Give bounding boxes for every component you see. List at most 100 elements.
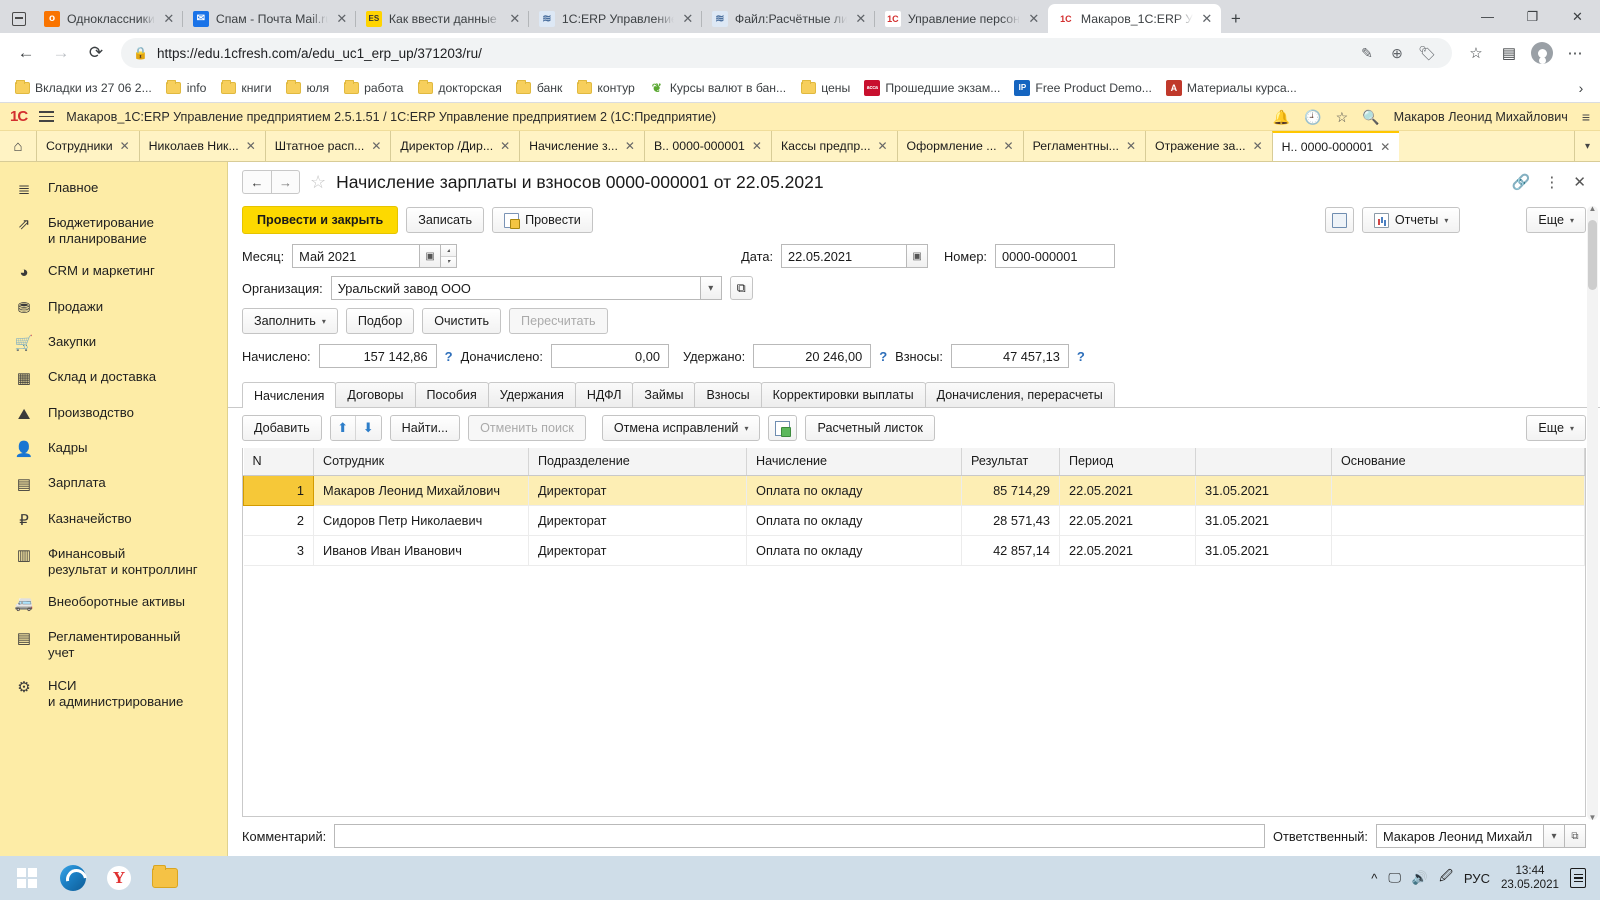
col-period[interactable]: Период: [1059, 448, 1196, 476]
calendar-icon[interactable]: ▣: [907, 244, 929, 268]
scroll-down-icon[interactable]: ▼: [1587, 813, 1598, 822]
cell-employee[interactable]: Макаров Леонид Михайлович: [313, 475, 529, 506]
bookmark-4[interactable]: работа: [337, 77, 409, 99]
responsible-input[interactable]: Макаров Леонид Михайл: [1376, 824, 1544, 848]
browser-tab-6-active[interactable]: 1C Макаров_1C:ERP Упр ✕: [1047, 4, 1221, 33]
cell-n[interactable]: 1: [243, 474, 314, 506]
grid-empty-area[interactable]: [243, 565, 1585, 816]
yandex-browser-icon[interactable]: Y: [98, 858, 140, 898]
doc-back-button[interactable]: ←: [242, 170, 271, 194]
tab-vznosy[interactable]: Взносы: [694, 382, 762, 407]
sidebar-item-sklad[interactable]: ▦ Склад и доставка: [0, 361, 227, 396]
cancel-corrections-button[interactable]: Отмена исправлений ▾: [601, 415, 761, 441]
sidebar-item-kadry[interactable]: 👤 Кадры: [0, 432, 227, 467]
close-icon[interactable]: ✕: [162, 11, 176, 27]
star-outline-icon[interactable]: ☆: [310, 172, 326, 193]
edge-icon[interactable]: [52, 858, 94, 898]
help-icon[interactable]: ?: [1077, 349, 1085, 364]
back-button[interactable]: ←: [10, 37, 42, 69]
stepper-down-icon[interactable]: ▾: [441, 256, 457, 267]
minimize-button[interactable]: —: [1465, 0, 1510, 33]
pen-icon[interactable]: ✎: [1354, 40, 1380, 66]
post-button[interactable]: Провести: [492, 207, 593, 233]
scrollbar-thumb[interactable]: [1588, 220, 1597, 290]
bookmark-2[interactable]: книги: [214, 77, 277, 99]
cell-accrual[interactable]: Оплата по окладу: [746, 475, 962, 506]
doc-forward-button[interactable]: →: [271, 170, 300, 194]
reload-button[interactable]: ⟳: [80, 37, 112, 69]
date-field[interactable]: 22.05.2021 ▣: [781, 244, 929, 268]
onec-tab-shtatnoe[interactable]: Штатное расп... ✕: [264, 131, 391, 161]
user-menu-icon[interactable]: ≡: [1582, 110, 1590, 124]
browser-tab-0[interactable]: o Одноклассники ✕: [34, 4, 183, 33]
calendar-icon[interactable]: ▣: [420, 244, 442, 268]
close-icon[interactable]: ✕: [246, 139, 256, 153]
tab-search-icon[interactable]: [4, 5, 34, 33]
close-icon[interactable]: ✕: [1004, 139, 1014, 153]
tab-zaymy[interactable]: Займы: [632, 382, 696, 407]
cell-period-from[interactable]: 22.05.2021: [1059, 505, 1196, 536]
browser-tab-3[interactable]: ≋ 1C:ERP Управление п ✕: [527, 4, 702, 33]
col-employee[interactable]: Сотрудник: [313, 448, 529, 476]
profile-icon[interactable]: [1527, 38, 1557, 68]
col-period-end[interactable]: [1195, 448, 1332, 476]
onec-tab-oformlenie[interactable]: Оформление ... ✕: [896, 131, 1023, 161]
onec-tab-nachislenie[interactable]: Начисление з... ✕: [519, 131, 644, 161]
col-department[interactable]: Подразделение: [528, 448, 747, 476]
bookmark-6[interactable]: банк: [510, 77, 569, 99]
sidebar-item-prodazhi[interactable]: ⛃ Продажи: [0, 291, 227, 326]
onec-tab-otrazhenie[interactable]: Отражение за... ✕: [1145, 131, 1272, 161]
payslip-button[interactable]: Расчетный листок: [805, 415, 935, 441]
vertical-scrollbar[interactable]: ▲ ▼: [1587, 204, 1598, 822]
cell-basis[interactable]: [1331, 505, 1585, 536]
col-basis[interactable]: Основание: [1331, 448, 1585, 476]
search-icon[interactable]: 🔍: [1362, 110, 1379, 124]
number-input[interactable]: 0000-000001: [995, 244, 1115, 268]
browser-tab-1[interactable]: ✉ Спам - Почта Mail.ru ✕: [181, 4, 356, 33]
close-icon[interactable]: ✕: [752, 139, 762, 153]
cell-period-from[interactable]: 22.05.2021: [1059, 475, 1196, 506]
stepper-up-icon[interactable]: ▴: [441, 245, 457, 257]
cell-period-to[interactable]: 31.05.2021: [1195, 535, 1332, 566]
cell-result[interactable]: 28 571,43: [961, 505, 1060, 536]
home-icon[interactable]: ⌂: [0, 131, 36, 161]
notification-center-icon[interactable]: [1570, 868, 1586, 888]
cell-employee[interactable]: Сидоров Петр Николаевич: [313, 505, 529, 536]
grid-more-button[interactable]: Еще ▾: [1526, 415, 1586, 441]
table-row[interactable]: 2 Сидоров Петр Николаевич Директорат Опл…: [243, 505, 1585, 536]
collections-icon[interactable]: ▤: [1494, 38, 1524, 68]
language-indicator[interactable]: РУС: [1464, 871, 1490, 886]
close-icon[interactable]: ✕: [120, 139, 130, 153]
close-icon[interactable]: ✕: [625, 139, 635, 153]
sidebar-item-zarplata[interactable]: ▤ Зарплата: [0, 467, 227, 502]
structure-button[interactable]: [1324, 207, 1354, 233]
month-input[interactable]: Май 2021: [292, 244, 421, 268]
sidebar-item-zakupki[interactable]: 🛒 Закупки: [0, 326, 227, 361]
cell-result[interactable]: 85 714,29: [961, 475, 1060, 506]
sidebar-item-kaznacheystvo[interactable]: ₽ Казначейство: [0, 503, 227, 538]
table-row[interactable]: 1 Макаров Леонид Михайлович Директорат О…: [243, 474, 1585, 506]
bookmark-12[interactable]: A Материалы курса...: [1160, 77, 1303, 99]
bookmark-1[interactable]: info: [160, 77, 213, 99]
bookmark-7[interactable]: контур: [570, 77, 640, 99]
pick-button[interactable]: Подбор: [345, 308, 415, 334]
cell-result[interactable]: 42 857,14: [961, 535, 1060, 566]
sidebar-item-crm[interactable]: ◕ CRM и маркетинг: [0, 255, 227, 290]
url-input[interactable]: 🔒 https://edu.1cfresh.com/a/edu_uc1_erp_…: [121, 38, 1452, 68]
close-icon[interactable]: ✕: [854, 11, 868, 27]
cell-period-from[interactable]: 22.05.2021: [1059, 535, 1196, 566]
new-tab-button[interactable]: +: [1221, 5, 1251, 33]
arrow-up-icon[interactable]: ⬆: [330, 416, 356, 440]
cell-n[interactable]: 2: [243, 505, 314, 536]
help-icon[interactable]: ?: [879, 349, 887, 364]
windows-start-icon[interactable]: [6, 858, 48, 898]
bookmark-8[interactable]: ❦ Курсы валют в бан...: [643, 77, 792, 99]
forward-button[interactable]: →: [45, 37, 77, 69]
tab-nachisleniya[interactable]: Начисления: [242, 382, 337, 408]
onec-tab-reglamentny[interactable]: Регламентны... ✕: [1022, 131, 1145, 161]
add-row-button[interactable]: Добавить: [242, 415, 322, 441]
tab-posobiya[interactable]: Пособия: [414, 382, 489, 407]
close-icon[interactable]: ✕: [508, 11, 522, 27]
zoom-icon[interactable]: ⊕: [1384, 40, 1410, 66]
sidebar-item-glavnoe[interactable]: ≣ Главное: [0, 172, 227, 207]
